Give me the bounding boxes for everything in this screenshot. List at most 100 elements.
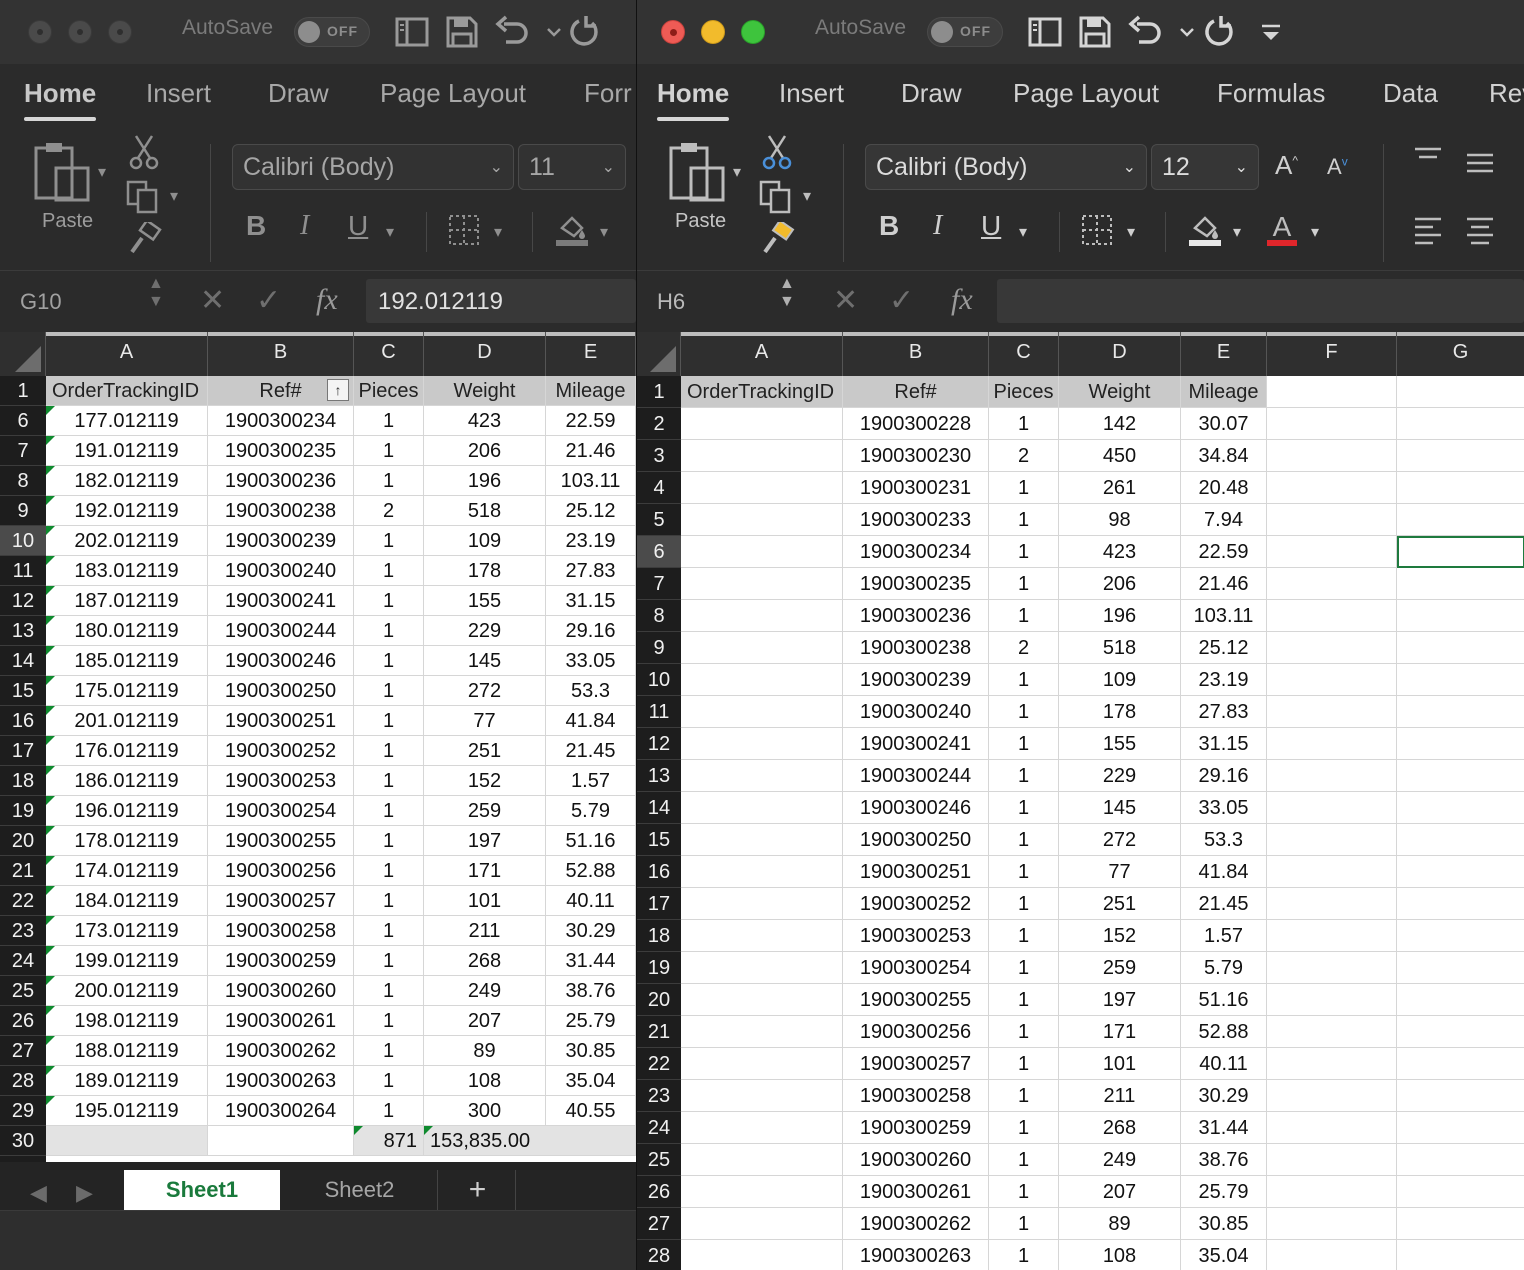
column-header-b[interactable]: B [843, 332, 989, 376]
empty-cell[interactable] [1397, 472, 1524, 504]
scroll-right-icon[interactable]: ▶ [76, 1180, 93, 1206]
row-header[interactable]: 11 [0, 556, 46, 586]
total-weight-cell[interactable]: 153,835.00 [424, 1126, 636, 1156]
empty-cell[interactable] [1397, 1144, 1524, 1176]
table-cell[interactable]: 103.11 [1181, 600, 1267, 632]
table-cell[interactable]: 1900300238 [843, 632, 989, 664]
table-cell[interactable]: 21.46 [1181, 568, 1267, 600]
table-cell[interactable]: 2 [989, 632, 1059, 664]
save-icon[interactable] [1077, 14, 1113, 50]
table-cell[interactable] [681, 504, 843, 536]
table-cell[interactable]: 229 [424, 616, 546, 646]
header-cell[interactable]: Ref# ↑ [208, 376, 354, 406]
table-cell[interactable]: 25.12 [1181, 632, 1267, 664]
row-header[interactable]: 14 [0, 646, 46, 676]
copy-icon[interactable] [759, 180, 793, 214]
table-cell[interactable] [681, 600, 843, 632]
table-cell[interactable]: 109 [1059, 664, 1181, 696]
table-cell[interactable]: 1900300241 [208, 586, 354, 616]
table-cell[interactable]: 89 [1059, 1208, 1181, 1240]
table-cell[interactable]: 1 [989, 952, 1059, 984]
table-cell[interactable]: 1900300261 [208, 1006, 354, 1036]
table-cell[interactable]: 22.59 [546, 406, 636, 436]
table-cell[interactable]: 109 [424, 526, 546, 556]
tab-data[interactable]: Data [1383, 78, 1438, 109]
row-header[interactable]: 10 [0, 526, 46, 556]
table-cell[interactable]: 184.012119 [46, 886, 208, 916]
table-cell[interactable]: 152 [1059, 920, 1181, 952]
empty-cell[interactable] [1397, 1208, 1524, 1240]
empty-cell[interactable] [1397, 632, 1524, 664]
table-cell[interactable]: 5.79 [546, 796, 636, 826]
table-cell[interactable]: 1900300250 [208, 676, 354, 706]
table-cell[interactable]: 183.012119 [46, 556, 208, 586]
redo-icon[interactable] [566, 14, 602, 50]
table-cell[interactable]: 175.012119 [46, 676, 208, 706]
empty-cell[interactable] [1397, 568, 1524, 600]
table-cell[interactable]: 52.88 [1181, 1016, 1267, 1048]
table-cell[interactable]: 192.012119 [46, 496, 208, 526]
table-cell[interactable]: 21.46 [546, 436, 636, 466]
align-top-icon[interactable] [1413, 146, 1443, 172]
column-header-e[interactable]: E [1181, 332, 1267, 376]
table-cell[interactable]: 1 [989, 856, 1059, 888]
table-cell[interactable]: 30.85 [1181, 1208, 1267, 1240]
table-cell[interactable]: 1 [354, 646, 424, 676]
formula-input[interactable]: 192.012119 [366, 279, 636, 323]
table-cell[interactable]: 178.012119 [46, 826, 208, 856]
table-cell[interactable]: 1 [989, 920, 1059, 952]
table-cell[interactable]: 188.012119 [46, 1036, 208, 1066]
tab-draw[interactable]: Draw [901, 78, 962, 109]
table-cell[interactable]: 145 [424, 646, 546, 676]
empty-cell[interactable] [1267, 632, 1397, 664]
redo-icon[interactable] [1201, 14, 1237, 50]
table-cell[interactable] [681, 760, 843, 792]
table-cell[interactable]: 142 [1059, 408, 1181, 440]
underline-button[interactable]: U [348, 210, 368, 242]
table-cell[interactable]: 189.012119 [46, 1066, 208, 1096]
table-cell[interactable]: 1900300258 [208, 916, 354, 946]
empty-cell[interactable] [1267, 440, 1397, 472]
table-cell[interactable]: 29.16 [546, 616, 636, 646]
row-header[interactable]: 7 [0, 436, 46, 466]
table-cell[interactable]: 196 [1059, 600, 1181, 632]
table-cell[interactable] [681, 664, 843, 696]
row-header[interactable]: 9 [637, 632, 681, 664]
table-cell[interactable]: 1 [354, 826, 424, 856]
table-cell[interactable]: 1900300228 [843, 408, 989, 440]
table-cell[interactable]: 171 [1059, 1016, 1181, 1048]
row-header[interactable]: 9 [0, 496, 46, 526]
table-cell[interactable]: 1 [989, 600, 1059, 632]
table-cell[interactable] [681, 472, 843, 504]
table-cell[interactable]: 1900300255 [208, 826, 354, 856]
font-size-select[interactable]: 11 ⌄ [518, 144, 626, 190]
close-button[interactable] [661, 20, 685, 44]
table-cell[interactable]: 1900300258 [843, 1080, 989, 1112]
empty-cell[interactable] [1397, 728, 1524, 760]
table-cell[interactable]: 7.94 [1181, 504, 1267, 536]
empty-cell[interactable] [1397, 504, 1524, 536]
table-cell[interactable]: 103.11 [546, 466, 636, 496]
column-header-d[interactable]: D [1059, 332, 1181, 376]
empty-cell[interactable] [1267, 920, 1397, 952]
paste-dropdown-icon[interactable]: ▾ [98, 162, 106, 182]
cancel-icon[interactable]: ✕ [200, 283, 225, 318]
tab-home[interactable]: Home [657, 78, 730, 121]
table-cell[interactable]: 249 [424, 976, 546, 1006]
table-cell[interactable]: 423 [424, 406, 546, 436]
table-cell[interactable]: 98 [1059, 504, 1181, 536]
row-header[interactable]: 12 [637, 728, 681, 760]
italic-button[interactable]: I [300, 210, 309, 242]
table-cell[interactable]: 1 [354, 586, 424, 616]
borders-dropdown-icon[interactable]: ▾ [1127, 222, 1135, 242]
empty-cell[interactable] [1267, 1208, 1397, 1240]
table-cell[interactable]: 1 [989, 728, 1059, 760]
header-cell[interactable]: Weight [424, 376, 546, 406]
table-cell[interactable]: 1900300246 [843, 792, 989, 824]
tab-sheet1[interactable]: Sheet1 [124, 1170, 280, 1214]
table-cell[interactable]: 211 [1059, 1080, 1181, 1112]
table-cell[interactable]: 1 [354, 736, 424, 766]
row-header[interactable]: 28 [0, 1066, 46, 1096]
table-cell[interactable] [681, 952, 843, 984]
table-cell[interactable]: 1900300256 [208, 856, 354, 886]
